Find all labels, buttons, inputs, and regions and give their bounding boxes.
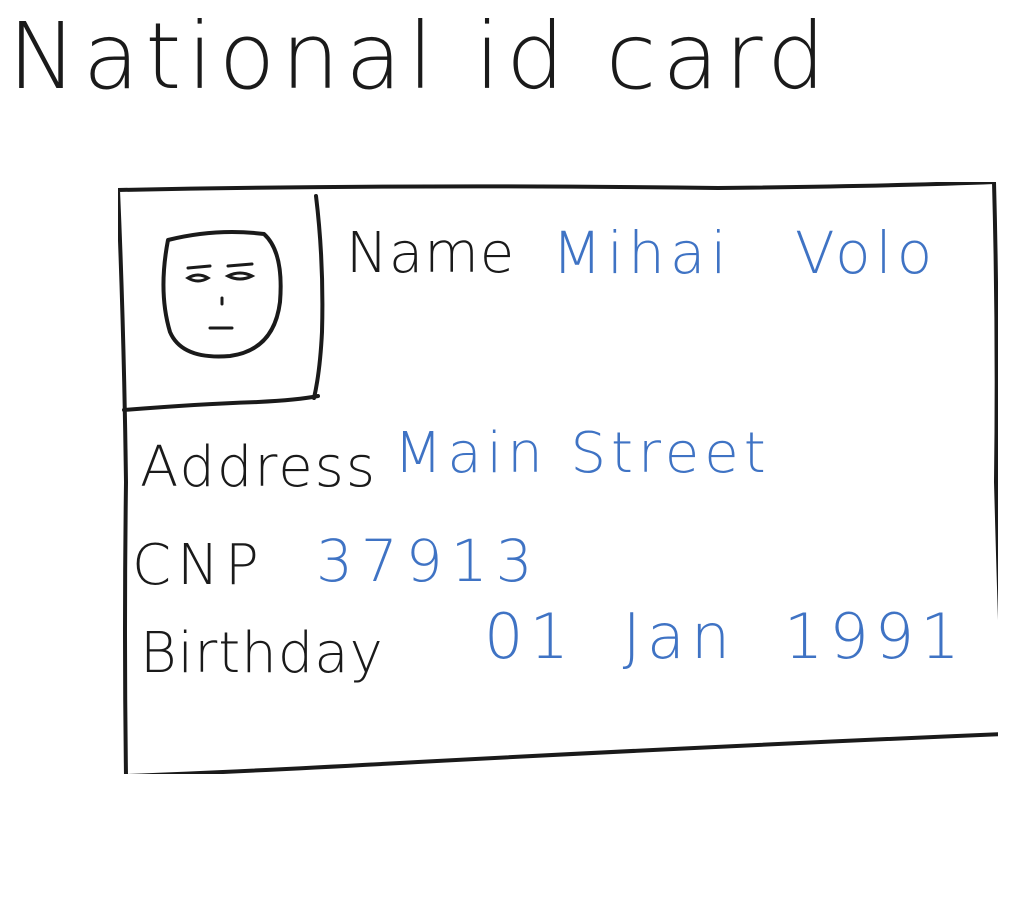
address-value: Main Street bbox=[394, 421, 771, 486]
birthday-value: 01 Jan 1991 bbox=[484, 600, 966, 673]
address-label: Address bbox=[140, 435, 378, 500]
cnp-value: 37913 bbox=[316, 527, 541, 595]
page-title: National id card bbox=[8, 3, 832, 110]
name-value: Mihai Volo bbox=[552, 219, 938, 287]
face-icon bbox=[161, 230, 283, 359]
birthday-label: Birthday bbox=[140, 621, 384, 686]
cnp-label: CNP bbox=[132, 533, 265, 598]
id-card: Name Mihai Volo Address Main Street CNP … bbox=[118, 182, 998, 774]
name-label: Name bbox=[346, 221, 516, 286]
